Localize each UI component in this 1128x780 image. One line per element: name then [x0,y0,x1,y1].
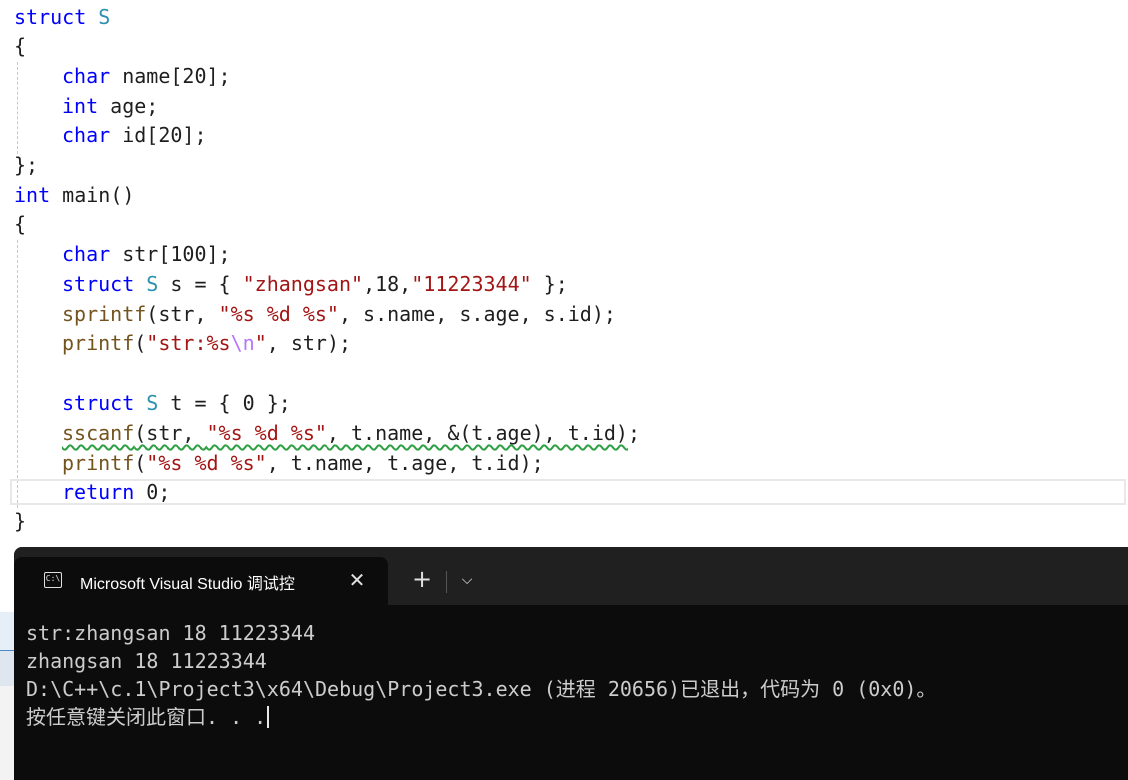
code-line-12[interactable]: printf("str:%s\n", str); [62,328,351,358]
code-line-1[interactable]: struct S [14,2,110,32]
console-output-line: 按任意键关闭此窗口. . . [26,703,270,731]
terminal-icon: C:\ [44,572,62,588]
indent-guide [17,240,18,508]
code-line-18[interactable]: } [14,506,26,536]
background-window-edge [0,686,14,780]
code-line-17[interactable]: return 0; [62,477,170,507]
code-line-11[interactable]: sprintf(str, "%s %d %s", s.name, s.age, … [62,299,616,329]
code-line-8[interactable]: { [14,209,26,239]
code-line-5[interactable]: char id[20]; [62,120,207,150]
current-line-highlight [10,479,1126,505]
code-line-10[interactable]: struct S s = { "zhangsan",18,"11223344" … [62,269,568,299]
terminal-tab-bar: C:\ Microsoft Visual Studio 调试控 ✕ + ⌵ [14,547,1128,605]
background-window-edge [0,612,14,650]
code-line-6[interactable]: }; [14,150,38,180]
code-editor[interactable]: struct S { char name[20]; int age; char … [0,0,1128,548]
code-line-4[interactable]: int age; [62,91,158,121]
text-cursor [267,706,270,728]
console-output-line: zhangsan 18 11223344 [26,649,267,673]
tab-title: Microsoft Visual Studio 调试控 [80,576,295,593]
code-line-7[interactable]: int main() [14,180,134,210]
terminal-tab[interactable]: C:\ Microsoft Visual Studio 调试控 ✕ [14,557,388,605]
code-line-15[interactable]: sscanf(str, "%s %d %s", t.name, &(t.age)… [62,418,640,448]
console-output-line: str:zhangsan 18 11223344 [26,621,315,645]
chevron-down-icon[interactable]: ⌵ [452,565,482,595]
new-tab-button[interactable]: + [407,565,437,595]
indent-guide [17,62,18,154]
close-tab-button[interactable]: ✕ [342,565,372,595]
warning-squiggle[interactable]: sscanf(str, "%s %d %s", t.name, &(t.age)… [62,421,628,445]
debug-console-window[interactable]: C:\ Microsoft Visual Studio 调试控 ✕ + ⌵ st… [14,547,1128,780]
background-window-edge [0,650,14,687]
code-line-14[interactable]: struct S t = { 0 }; [62,388,291,418]
code-line-16[interactable]: printf("%s %d %s", t.name, t.age, t.id); [62,448,544,478]
code-line-9[interactable]: char str[100]; [62,239,231,269]
tab-divider [446,571,447,593]
console-output-line: D:\C++\c.1\Project3\x64\Debug\Project3.e… [26,677,937,701]
code-line-2[interactable]: { [14,31,26,61]
code-line-3[interactable]: char name[20]; [62,61,231,91]
